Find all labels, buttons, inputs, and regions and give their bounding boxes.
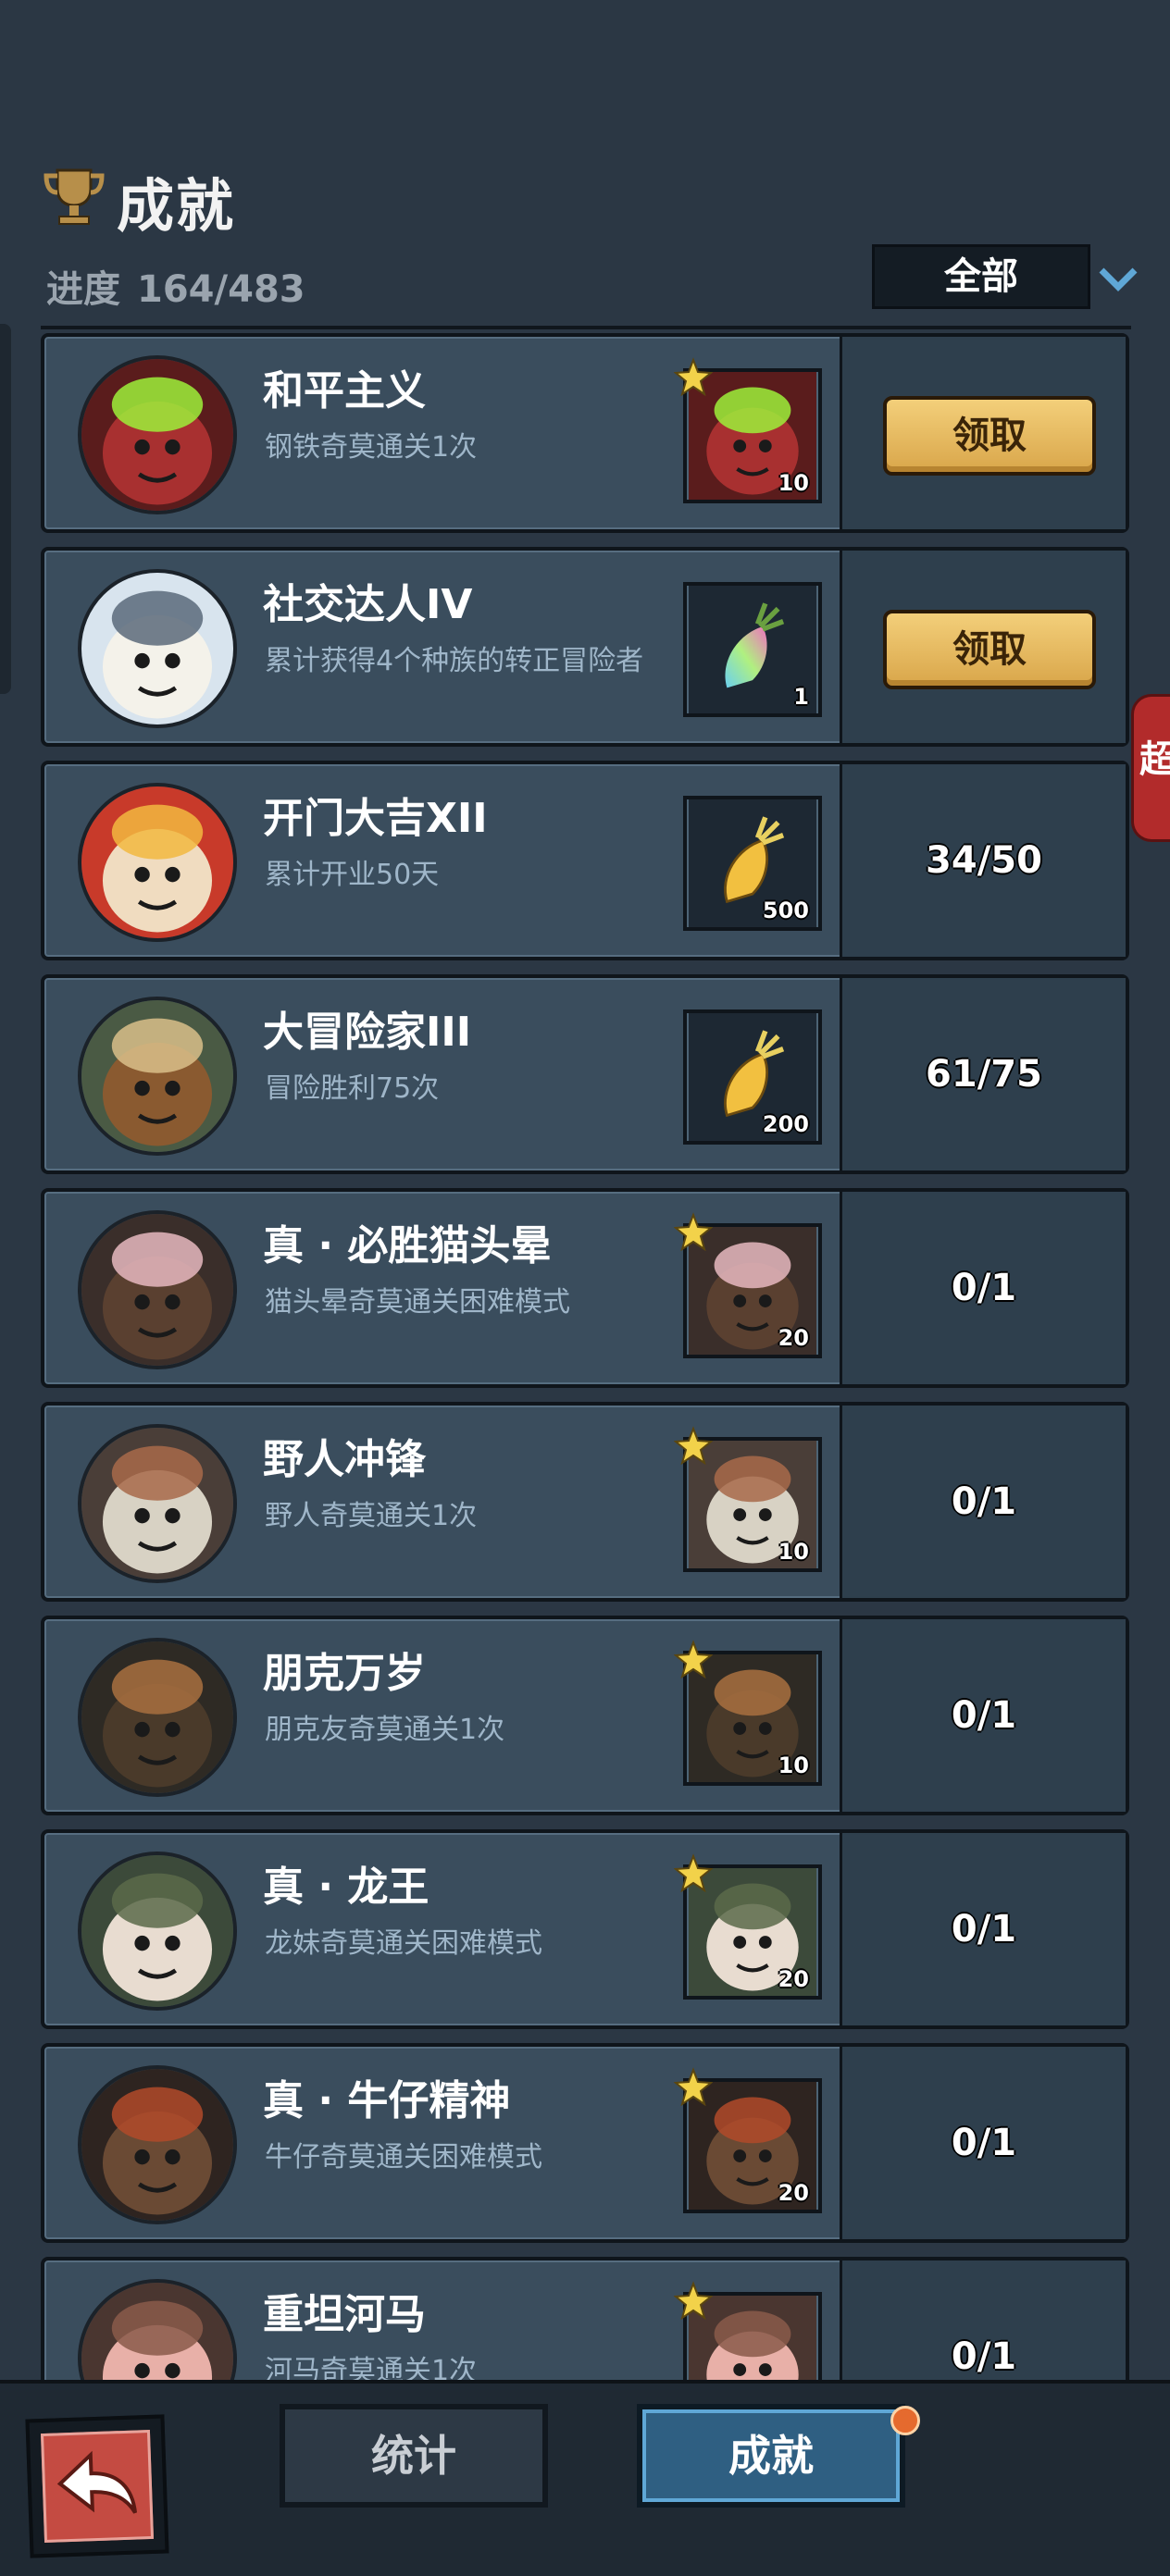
achievement-name: 真 · 龙王 xyxy=(263,1864,429,1911)
achievement-description: 河马奇莫通关1次 xyxy=(265,2355,478,2382)
reward-count: 10 xyxy=(778,1539,809,1565)
achievement-card: 重坦河马 河马奇莫通关1次 0/1 xyxy=(41,2257,1129,2382)
achievement-name: 社交达人IV xyxy=(263,581,473,628)
achievement-description: 龙妹奇莫通关困难模式 xyxy=(265,1927,542,1960)
tab-statistics[interactable]: 统计 xyxy=(280,2404,548,2508)
back-button[interactable] xyxy=(25,2414,169,2558)
bottom-nav: 统计 成就 xyxy=(0,2380,1170,2576)
achievement-portrait xyxy=(78,1424,237,1583)
progress-label: 进度 xyxy=(46,268,120,311)
achievement-name: 和平主义 xyxy=(263,367,426,415)
reward-slot[interactable]: 200 xyxy=(683,1009,822,1145)
achievement-card: 开门大吉XII 累计开业50天 500 34/50 xyxy=(41,761,1129,960)
progress-count: 0/1 xyxy=(951,1267,1017,1309)
tab-achievements[interactable]: 成就 xyxy=(637,2404,905,2508)
reward-slot[interactable]: 500 xyxy=(683,796,822,931)
achievement-card: 社交达人IV 累计获得4个种族的转正冒险者 1 领取 xyxy=(41,547,1129,747)
achievement-name: 朋克万岁 xyxy=(263,1650,426,1697)
achievement-portrait xyxy=(78,569,237,728)
star-icon xyxy=(674,2281,713,2320)
achievement-name: 真 · 必胜猫头晕 xyxy=(263,1222,552,1269)
filter-dropdown[interactable]: 全部 xyxy=(872,244,1090,309)
achievement-name: 大冒险家III xyxy=(263,1009,472,1056)
achievement-portrait xyxy=(78,1852,237,2011)
achievement-portrait xyxy=(78,1210,237,1369)
achievement-card: 野人冲锋 野人奇莫通关1次 10 0/1 xyxy=(41,1402,1129,1602)
reward-count: 1 xyxy=(793,684,809,710)
reward-count: 20 xyxy=(778,1325,809,1351)
achievement-card: 大冒险家III 冒险胜利75次 200 61/75 xyxy=(41,974,1129,1174)
reward-count: 20 xyxy=(778,1966,809,1992)
achievement-name: 重坦河马 xyxy=(263,2291,426,2338)
progress-count: 0/1 xyxy=(951,2122,1017,2164)
gift-badge-icon xyxy=(890,2406,920,2435)
reward-count: 10 xyxy=(778,470,809,496)
progress-value: 164/483 xyxy=(137,268,305,311)
achievement-name: 开门大吉XII xyxy=(263,795,488,842)
achievement-portrait xyxy=(78,355,237,514)
progress-text: 进度 164/483 xyxy=(46,259,305,313)
achievement-description: 钢铁奇莫通关1次 xyxy=(265,431,478,464)
achievement-description: 野人奇莫通关1次 xyxy=(265,1500,478,1532)
achievement-portrait xyxy=(78,1638,237,1797)
progress-count: 0/1 xyxy=(951,1694,1017,1737)
claim-button[interactable]: 领取 xyxy=(883,396,1096,476)
star-icon xyxy=(674,1640,713,1678)
left-edge-handle xyxy=(0,324,11,694)
star-icon xyxy=(674,1426,713,1465)
achievement-portrait xyxy=(78,997,237,1156)
page-title: 成就 xyxy=(117,172,236,240)
back-arrow-icon xyxy=(56,2450,138,2514)
achievement-description: 猫头晕奇莫通关困难模式 xyxy=(265,1286,570,1319)
achievement-description: 累计获得4个种族的转正冒险者 xyxy=(265,645,644,677)
star-icon xyxy=(674,357,713,396)
header: 成就 进度 164/483 全部 xyxy=(0,0,1170,333)
reward-slot[interactable]: 1 xyxy=(683,582,822,717)
achievement-card: 和平主义 钢铁奇莫通关1次 10 领取 xyxy=(41,333,1129,533)
achievement-name: 野人冲锋 xyxy=(263,1436,426,1483)
star-icon xyxy=(674,1212,713,1251)
achievement-portrait xyxy=(78,2279,237,2382)
claim-button[interactable]: 领取 xyxy=(883,610,1096,689)
progress-count: 34/50 xyxy=(926,839,1042,882)
side-tab[interactable]: 超 xyxy=(1131,694,1170,842)
achievement-card: 真 · 龙王 龙妹奇莫通关困难模式 20 0/1 xyxy=(41,1829,1129,2029)
achievement-portrait xyxy=(78,783,237,942)
progress-count: 0/1 xyxy=(951,1480,1017,1523)
progress-count: 0/1 xyxy=(951,1908,1017,1951)
achievement-description: 冒险胜利75次 xyxy=(265,1072,440,1105)
reward-count: 500 xyxy=(762,898,809,923)
achievement-description: 朋克友奇莫通关1次 xyxy=(265,1714,505,1746)
star-icon xyxy=(674,1853,713,1892)
reward-count: 10 xyxy=(778,1752,809,1778)
star-icon xyxy=(674,2067,713,2106)
achievement-card: 真 · 必胜猫头晕 猫头晕奇莫通关困难模式 20 0/1 xyxy=(41,1188,1129,1388)
achievement-card: 朋克万岁 朋克友奇莫通关1次 10 0/1 xyxy=(41,1616,1129,1815)
achievement-card: 真 · 牛仔精神 牛仔奇莫通关困难模式 20 0/1 xyxy=(41,2043,1129,2243)
progress-count: 0/1 xyxy=(951,2335,1017,2378)
reward-count: 200 xyxy=(762,1111,809,1137)
achievement-name: 真 · 牛仔精神 xyxy=(263,2077,511,2124)
achievement-list[interactable]: 和平主义 钢铁奇莫通关1次 10 领取 社交达人IV 累计获得4个种族的转正冒险… xyxy=(41,326,1131,2382)
progress-count: 61/75 xyxy=(926,1053,1042,1096)
reward-count: 20 xyxy=(778,2180,809,2206)
chevron-down-icon[interactable] xyxy=(1098,265,1139,292)
achievement-description: 牛仔奇莫通关困难模式 xyxy=(265,2141,542,2174)
achievement-portrait xyxy=(78,2065,237,2224)
trophy-icon xyxy=(44,168,105,225)
achievement-description: 累计开业50天 xyxy=(265,859,440,891)
